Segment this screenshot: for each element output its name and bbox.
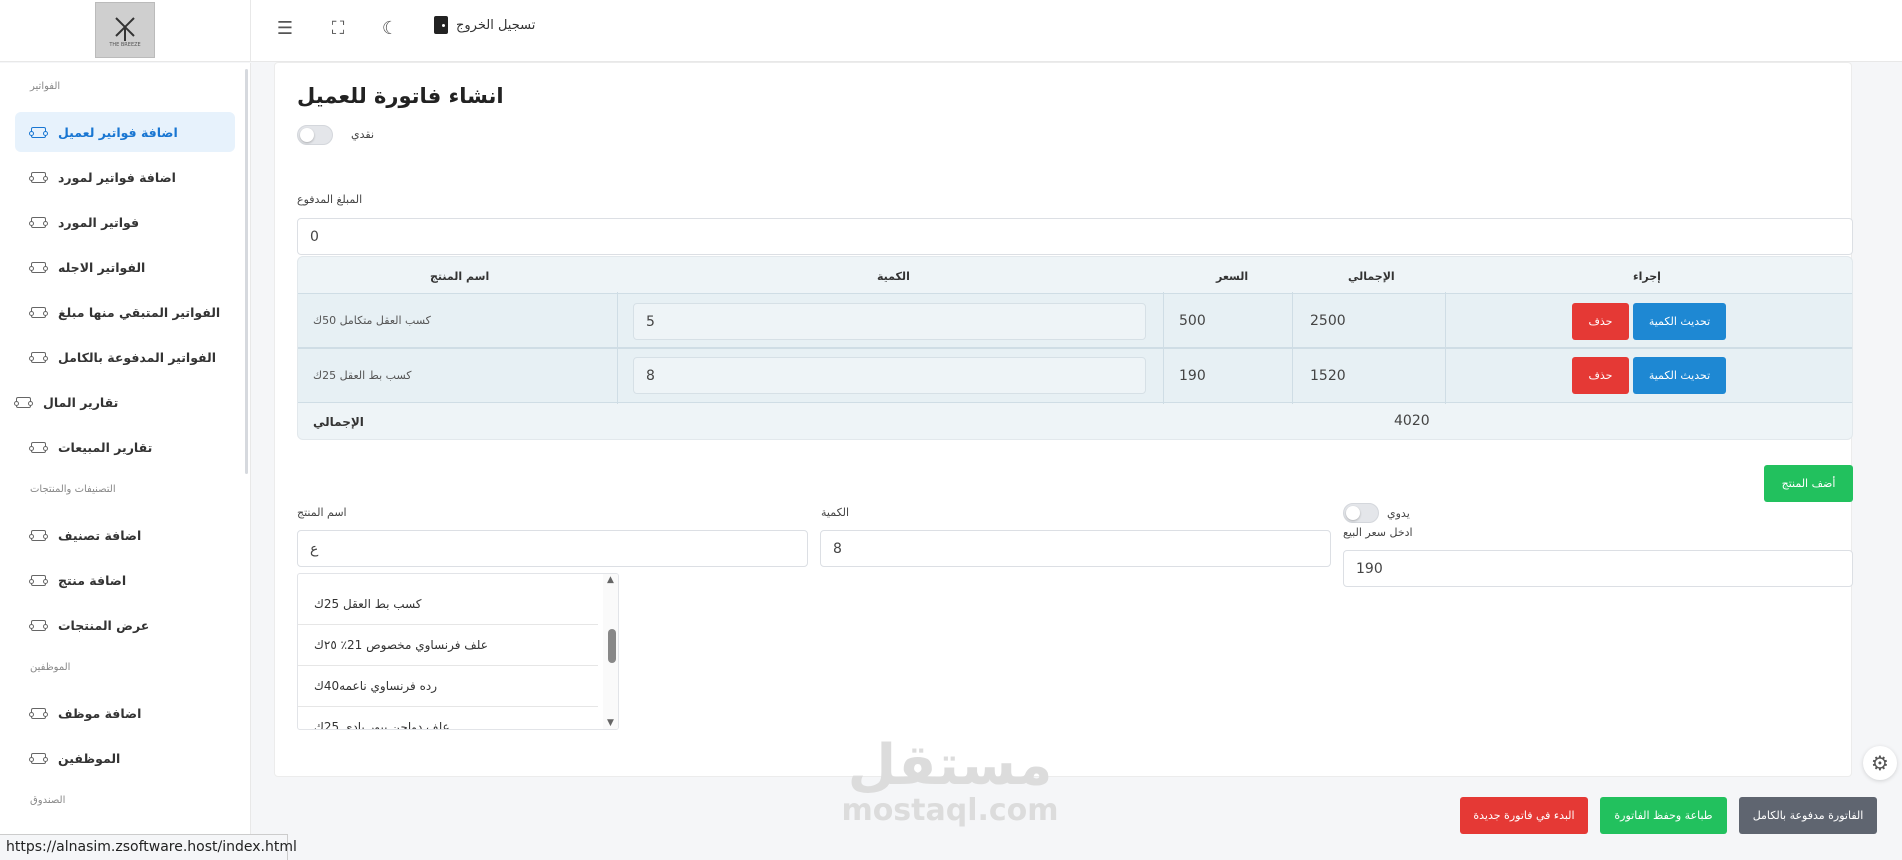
row-price: 190 <box>1179 368 1206 384</box>
ticket-icon <box>29 707 48 719</box>
suggestion-item[interactable]: كسب بط العقل 25ك <box>298 584 598 625</box>
product-suggestions: كسب بط العقل 25ك علف فرنساوي مخصوص 21٪ ٢… <box>297 573 619 730</box>
ticket-icon <box>29 351 48 363</box>
fully-paid-button[interactable]: الفاتورة مدفوعة بالكامل <box>1739 797 1877 834</box>
settings-gear-icon[interactable]: ⚙ <box>1863 746 1897 780</box>
sidebar-section-categories: التصنيفات والمنتجات <box>30 484 116 495</box>
column-divider <box>617 292 618 404</box>
sidebar-item-add-customer-invoice[interactable]: اضافة فواتير لعميل <box>15 112 235 152</box>
logo-text: THE BREEZE <box>109 42 141 48</box>
sidebar-section-employees: الموظفين <box>30 662 71 673</box>
quantity-label: الكمية <box>821 506 850 519</box>
ticket-icon <box>29 171 48 183</box>
ticket-icon <box>29 752 48 764</box>
update-quantity-button[interactable]: تحديث الكمية <box>1633 303 1726 340</box>
print-save-button[interactable]: طباعة وحفظ الفاتورة <box>1600 797 1727 834</box>
column-divider <box>1292 292 1293 404</box>
brand-logo[interactable]: THE BREEZE <box>95 2 155 58</box>
scroll-down-icon[interactable]: ▼ <box>607 718 614 728</box>
ticket-icon <box>29 216 48 228</box>
update-quantity-button[interactable]: تحديث الكمية <box>1633 357 1726 394</box>
ticket-icon <box>14 396 33 408</box>
menu-icon[interactable]: ☰ <box>274 18 296 40</box>
sale-price-label: ادخل سعر البيع <box>1343 526 1413 539</box>
watermark-latin: mostaql.com <box>841 793 1059 828</box>
sidebar-item-remaining-invoices[interactable]: الفواتير المتبقي منها مبلغ <box>15 292 235 332</box>
scroll-thumb[interactable] <box>608 629 616 663</box>
header-action: إجراء <box>1633 270 1661 283</box>
sidebar-item-employees[interactable]: الموظفين <box>15 738 235 778</box>
add-product-button[interactable]: أضف المنتج <box>1764 465 1853 502</box>
row-price: 500 <box>1179 313 1206 329</box>
sidebar-item-add-product[interactable]: اضافة منتج <box>15 560 235 600</box>
logo-area: THE BREEZE <box>0 0 251 62</box>
suggestion-item[interactable]: علف دواجن بيور بادي 25ك <box>298 707 598 729</box>
header-price: السعر <box>1216 270 1249 283</box>
sale-price-input[interactable]: 190 <box>1343 550 1853 587</box>
ticket-icon <box>29 126 48 138</box>
row-total: 2500 <box>1310 313 1346 329</box>
cash-label: نقدي <box>351 128 375 141</box>
ticket-icon <box>29 261 48 273</box>
sidebar-item-add-category[interactable]: اضافة تصنيف <box>15 515 235 555</box>
grand-total-value: 4020 <box>1394 413 1430 429</box>
new-invoice-button[interactable]: البدء في فاتورة جديدة <box>1460 797 1588 834</box>
ticket-icon <box>29 619 48 631</box>
sidebar-item-add-supplier-invoice[interactable]: اضافة فواتير لمورد <box>15 157 235 197</box>
suggestion-item[interactable]: رده فرنساوي ناعمه40ك <box>298 666 598 707</box>
delete-button[interactable]: حذف <box>1572 357 1629 394</box>
manual-label: يدوي <box>1387 507 1410 520</box>
sidebar-section-cashbox: الصندوق <box>30 795 66 806</box>
ticket-icon <box>29 529 48 541</box>
column-divider <box>1445 292 1446 404</box>
suggestions-scrollbar[interactable]: ▲ ▼ <box>603 574 618 729</box>
row-product-name: كسب العقل متكامل 50ك <box>313 314 431 327</box>
logout-button[interactable]: تسجيل الخروج <box>434 16 535 34</box>
column-divider <box>1163 292 1164 404</box>
row-total: 1520 <box>1310 368 1346 384</box>
cash-toggle[interactable] <box>297 125 333 145</box>
paid-amount-label: المبلغ المدفوع <box>297 193 363 206</box>
ticket-icon <box>29 441 48 453</box>
ticket-icon <box>29 574 48 586</box>
delete-button[interactable]: حذف <box>1572 303 1629 340</box>
sidebar-item-sales-reports[interactable]: تقارير المبيعات <box>15 427 235 467</box>
logout-label: تسجيل الخروج <box>456 17 536 33</box>
header-quantity: الكمية <box>877 270 910 283</box>
sidebar-item-view-products[interactable]: عرض المنتجات <box>15 605 235 645</box>
sidebar-item-deferred-invoices[interactable]: الفواتير الاجله <box>15 247 235 287</box>
sidebar-item-add-employee[interactable]: اضافة موظف <box>15 693 235 733</box>
header-total: الإجمالي <box>1348 270 1395 283</box>
watermark-arabic: مستقل <box>847 733 1053 798</box>
row-product-name: كسب بط العقل 25ك <box>313 369 412 382</box>
sidebar-scrollbar[interactable] <box>245 69 248 474</box>
sidebar-item-supplier-invoices[interactable]: فواتير المورد <box>15 202 235 242</box>
product-search-input[interactable]: ع <box>297 530 808 567</box>
page-title: انشاء فاتورة للعميل <box>297 84 504 108</box>
door-icon <box>434 16 448 34</box>
sidebar-item-money-reports[interactable]: تقارير المال <box>0 382 220 422</box>
paid-amount-input[interactable]: 0 <box>297 218 1853 255</box>
row-quantity-input[interactable]: 8 <box>633 357 1146 394</box>
manual-price-toggle[interactable] <box>1343 503 1379 523</box>
sidebar-section-invoices: الفواتير <box>30 81 61 92</box>
suggestion-item[interactable]: علف فرنساوي مخصوص 21٪ ٢٥ك <box>298 625 598 666</box>
moon-icon[interactable]: ☾ <box>379 18 401 40</box>
scroll-up-icon[interactable]: ▲ <box>607 575 614 585</box>
ticket-icon <box>29 306 48 318</box>
row-quantity-input[interactable]: 5 <box>633 303 1146 340</box>
header-product: اسم المنتج <box>430 270 490 283</box>
grand-total-label: الإجمالي <box>313 415 364 429</box>
windmill-icon <box>115 17 135 41</box>
fullscreen-icon[interactable]: ⛶ <box>327 18 349 40</box>
sidebar-item-paid-invoices[interactable]: الفواتير المدفوعة بالكامل <box>15 337 235 377</box>
status-url: https://alnasim.zsoftware.host/index.htm… <box>0 834 297 860</box>
quantity-input[interactable]: 8 <box>820 530 1331 567</box>
product-name-label: اسم المنتج <box>297 506 347 519</box>
watermark: مستقل mostaql.com <box>830 738 1070 828</box>
